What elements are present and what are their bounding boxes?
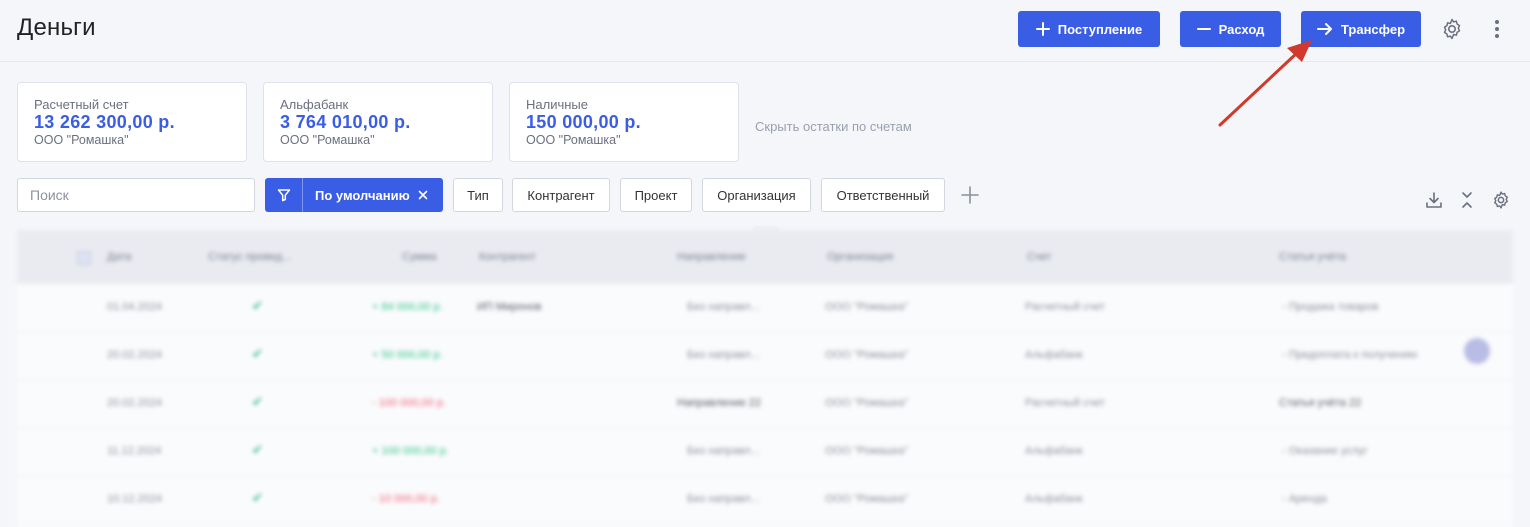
cell-direction[interactable]: Без направл... — [687, 445, 760, 457]
column-header[interactable]: Дата — [107, 251, 131, 263]
cell-article: Статья учёта 22 — [1279, 397, 1362, 409]
download-icon[interactable] — [1424, 190, 1444, 210]
add-expense-label: Расход — [1218, 21, 1265, 37]
checkmark-icon: ✔ — [252, 346, 263, 361]
cell-direction[interactable]: Без направл... — [687, 301, 760, 313]
page-title: Деньги — [17, 14, 96, 41]
cell-organization: ООО "Ромашка" — [825, 445, 909, 457]
column-header[interactable]: Организация — [827, 251, 893, 263]
cell-direction[interactable]: Без направл... — [687, 493, 760, 505]
select-all-checkbox[interactable] — [77, 251, 91, 265]
account-name: Расчетный счет — [34, 97, 129, 112]
cell-date: 11.12.2024 — [107, 445, 162, 457]
checkmark-icon: ✔ — [252, 394, 263, 409]
filter-type[interactable]: Тип — [453, 178, 503, 212]
cell-account: Альфабанк — [1025, 445, 1083, 457]
filter-organization[interactable]: Организация — [702, 178, 811, 212]
column-header[interactable]: Счет — [1027, 251, 1051, 263]
account-balance: 13 262 300,00 р. — [34, 112, 175, 132]
cell-account: Расчетный счет — [1025, 301, 1106, 313]
cell-amount: + 50 000,00 р. — [372, 349, 443, 361]
table-settings-gear-icon[interactable] — [1491, 190, 1511, 210]
cell-date: 01.04.2024 — [107, 301, 163, 313]
minus-icon — [1196, 22, 1211, 36]
cell-article: - Аренда — [1282, 493, 1327, 505]
account-card[interactable]: Расчетный счет 13 262 300,00 р. ООО "Ром… — [17, 82, 247, 162]
cell-amount: + 84 000,00 р. — [372, 301, 443, 313]
add-filter-plus-icon[interactable] — [960, 185, 980, 205]
add-expense-button[interactable]: Расход — [1180, 11, 1281, 47]
column-header[interactable]: Статья учёта — [1279, 251, 1346, 263]
filter-preset-label: По умолчанию — [315, 187, 410, 203]
transfer-button[interactable]: Трансфер — [1301, 11, 1421, 47]
transfer-label: Трансфер — [1340, 21, 1406, 37]
table-row[interactable]: 20.02.2024 ✔ - 100 000,00 р. Направление… — [17, 380, 1513, 428]
settings-gear-icon[interactable] — [1440, 17, 1464, 41]
cell-direction[interactable]: Без направл... — [687, 349, 760, 361]
add-income-button[interactable]: Поступление — [1018, 11, 1160, 47]
account-card[interactable]: Наличные 150 000,00 р. ООО "Ромашка" — [509, 82, 739, 162]
cell-organization: ООО "Ромашка" — [825, 493, 909, 505]
column-header[interactable]: Направление — [677, 251, 746, 263]
account-org: ООО "Ромашка" — [526, 133, 621, 147]
column-header[interactable]: Сумма — [402, 251, 437, 263]
cell-account: Расчетный счет — [1025, 397, 1106, 409]
checkmark-icon: ✔ — [252, 490, 263, 505]
filter-project[interactable]: Проект — [620, 178, 692, 212]
transactions-table: Дата Статус провед... Сумма Контрагент Н… — [17, 230, 1513, 527]
table-row[interactable]: 10.12.2024 ✔ - 10 000,00 р. Без направл.… — [17, 476, 1513, 524]
account-card[interactable]: Альфабанк 3 764 010,00 р. ООО "Ромашка" — [263, 82, 493, 162]
cell-date: 20.02.2024 — [107, 349, 163, 361]
cell-account: Альфабанк — [1025, 493, 1083, 505]
account-name: Наличные — [526, 97, 588, 112]
cell-direction[interactable]: Направление 22 — [677, 397, 761, 409]
filter-preset-button[interactable]: По умолчанию — [265, 178, 443, 212]
cell-account: Альфабанк — [1025, 349, 1083, 361]
cell-article: - Продажа товаров — [1282, 301, 1379, 313]
checkmark-icon: ✔ — [252, 442, 263, 457]
cell-date: 10.12.2024 — [107, 493, 163, 505]
cell-amount: - 100 000,00 р. — [372, 397, 447, 409]
account-org: ООО "Ромашка" — [34, 133, 129, 147]
page-header: Деньги Поступление Расход Трансфер — [0, 0, 1530, 62]
filter-responsible[interactable]: Ответственный — [821, 178, 945, 212]
table-header: Дата Статус провед... Сумма Контрагент Н… — [17, 230, 1513, 284]
cell-amount: + 100 000,00 р. — [372, 445, 449, 457]
cell-article: - Оказание услуг — [1282, 445, 1368, 457]
cell-organization: ООО "Ромашка" — [825, 397, 909, 409]
column-header[interactable]: Статус провед... — [208, 251, 291, 263]
more-options-icon[interactable] — [1489, 18, 1505, 40]
close-icon[interactable] — [418, 190, 428, 200]
filter-counterparty[interactable]: Контрагент — [512, 178, 610, 212]
account-balance: 3 764 010,00 р. — [280, 112, 411, 132]
table-row[interactable]: 01.04.2024 ✔ + 84 000,00 р. ИП Миронов Б… — [17, 284, 1513, 332]
search-input[interactable] — [17, 178, 255, 212]
column-header[interactable]: Контрагент — [479, 251, 536, 263]
collapse-rows-icon[interactable] — [1459, 190, 1475, 210]
filter-icon — [265, 178, 303, 212]
checkmark-icon: ✔ — [252, 298, 263, 313]
account-balance: 150 000,00 р. — [526, 112, 641, 132]
table-row[interactable]: 20.02.2024 ✔ + 50 000,00 р. Без направл.… — [17, 332, 1513, 380]
cell-date: 20.02.2024 — [107, 397, 163, 409]
hide-balances-link[interactable]: Скрыть остатки по счетам — [755, 119, 912, 134]
table-row[interactable]: 11.12.2024 ✔ + 100 000,00 р. Без направл… — [17, 428, 1513, 476]
cell-article: - Предоплата к получению — [1282, 349, 1418, 361]
add-income-label: Поступление — [1057, 21, 1143, 37]
cell-organization: ООО "Ромашка" — [825, 349, 909, 361]
arrow-right-icon — [1316, 22, 1333, 36]
account-name: Альфабанк — [280, 97, 349, 112]
account-org: ООО "Ромашка" — [280, 133, 375, 147]
cell-amount: - 10 000,00 р. — [372, 493, 440, 505]
chat-bubble-icon[interactable] — [1464, 338, 1490, 364]
plus-icon — [1035, 22, 1050, 36]
cell-organization: ООО "Ромашка" — [825, 301, 909, 313]
cell-counterparty: ИП Миронов — [477, 301, 542, 313]
